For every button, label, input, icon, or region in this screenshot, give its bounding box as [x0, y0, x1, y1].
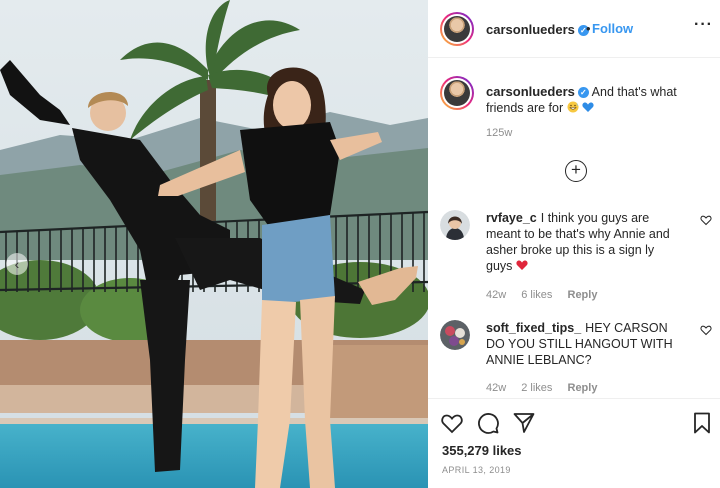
load-more-comments-button[interactable]: + — [565, 160, 587, 182]
instagram-post: ‹ carsonlueders ✓ • Follow ··· carsonlued… — [0, 0, 720, 488]
comment-likes[interactable]: 2 likes — [521, 382, 552, 394]
likes-count[interactable]: 355,279 likes — [442, 443, 522, 458]
post-sidebar: carsonlueders ✓ • Follow ··· carsonlueder… — [428, 0, 720, 488]
blue-heart-emoji-icon — [582, 102, 594, 112]
red-heart-emoji-icon — [516, 260, 528, 270]
caption-avatar[interactable] — [440, 76, 474, 110]
reply-button[interactable]: Reply — [568, 289, 598, 301]
like-heart-icon[interactable] — [440, 411, 464, 435]
comment-item: rvfaye_c I think you guys are meant to be… — [440, 210, 712, 301]
separator-dot: • — [586, 21, 591, 36]
comment-likes[interactable]: 6 likes — [521, 289, 552, 301]
comment-item: soft_fixed_tips_ HEY CARSON DO YOU STILL … — [440, 320, 712, 396]
comment-text: rvfaye_c I think you guys are meant to be… — [486, 211, 670, 273]
save-bookmark-icon[interactable] — [690, 411, 714, 435]
caption-timestamp[interactable]: 125w — [486, 127, 512, 139]
author-avatar[interactable] — [440, 12, 474, 46]
comment-text: soft_fixed_tips_ HEY CARSON DO YOU STILL … — [486, 321, 673, 367]
follow-button[interactable]: Follow — [592, 21, 633, 36]
heart-outline-icon[interactable] — [700, 214, 712, 226]
post-photo[interactable]: ‹ — [0, 0, 428, 488]
post-image — [0, 0, 428, 488]
caption-text: carsonlueders ✓ And that's what friends a… — [486, 84, 708, 116]
commenter-avatar[interactable] — [440, 320, 470, 350]
author-username[interactable]: carsonlueders ✓ — [486, 22, 589, 37]
comment-timestamp[interactable]: 42w — [486, 382, 506, 394]
comment-username[interactable]: rvfaye_c — [486, 211, 537, 225]
comment-meta: 42w 2 likes Reply — [486, 382, 609, 394]
post-actions: 355,279 likes APRIL 13, 2019 — [428, 398, 720, 488]
comment-bubble-icon[interactable] — [476, 411, 500, 435]
post-date[interactable]: APRIL 13, 2019 — [442, 465, 511, 475]
verified-badge-icon: ✓ — [577, 87, 589, 99]
more-options-icon[interactable]: ··· — [694, 16, 713, 34]
post-header: carsonlueders ✓ • Follow ··· — [428, 0, 720, 58]
share-paper-plane-icon[interactable] — [512, 411, 536, 435]
comment-username[interactable]: soft_fixed_tips_ — [486, 321, 581, 335]
caption-username[interactable]: carsonlueders ✓ — [486, 84, 589, 99]
commenter-avatar[interactable] — [440, 210, 470, 240]
chevron-left-icon: ‹ — [14, 256, 20, 272]
heart-outline-icon[interactable] — [700, 324, 712, 336]
comment-meta: 42w 6 likes Reply — [486, 289, 609, 301]
comment-timestamp[interactable]: 42w — [486, 289, 506, 301]
reply-button[interactable]: Reply — [568, 382, 598, 394]
carousel-prev-button[interactable]: ‹ — [6, 253, 28, 275]
grin-sweat-emoji-icon — [567, 101, 579, 113]
